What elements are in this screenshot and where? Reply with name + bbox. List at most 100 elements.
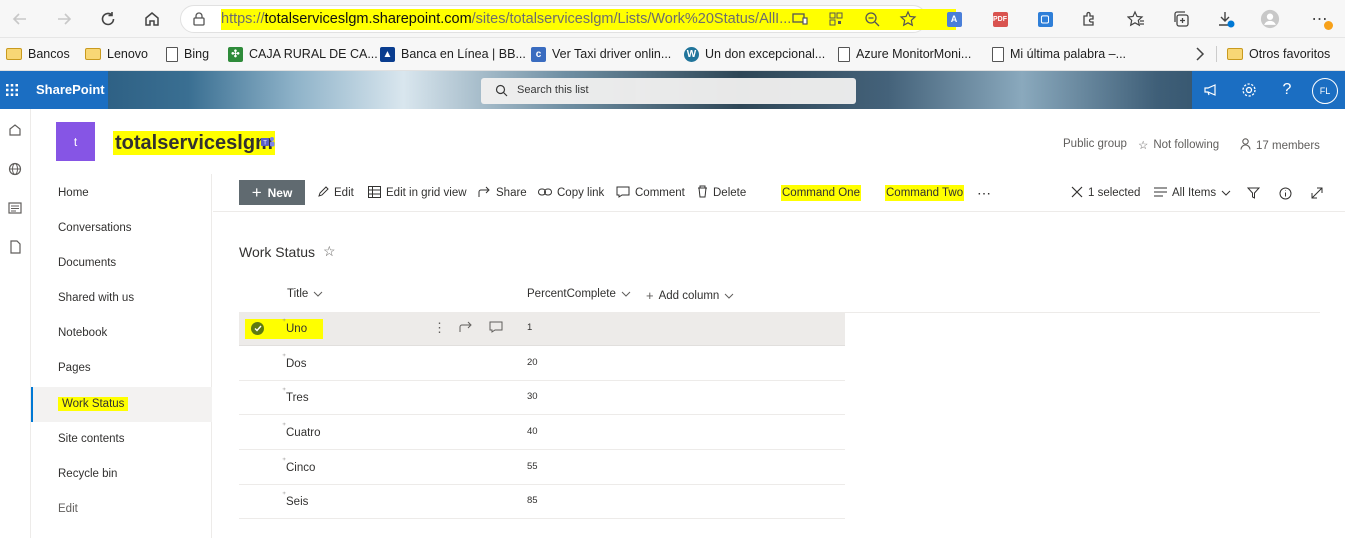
refresh-icon[interactable] <box>95 7 121 31</box>
profile-icon[interactable] <box>1260 9 1280 29</box>
table-row[interactable]: ⁺ Cinco 55 <box>239 451 845 485</box>
row-title[interactable]: Cinco <box>286 462 315 474</box>
follow-label: Not following <box>1153 139 1220 151</box>
add-favorite-icon[interactable] <box>898 9 918 29</box>
star-icon[interactable]: ☆ <box>323 243 336 260</box>
follow-button[interactable]: ☆ Not following <box>1138 138 1219 152</box>
favorite-label: Bing <box>184 47 210 61</box>
downloads-icon[interactable] <box>1216 9 1236 29</box>
home-icon[interactable] <box>139 7 165 31</box>
nav-conversations[interactable]: Conversations <box>31 215 212 242</box>
site-title[interactable]: totalserviceslgm <box>113 131 275 155</box>
row-title[interactable]: Uno <box>286 323 307 335</box>
favorite-bbva[interactable]: ▲ Banca en Línea | BB... <box>380 44 526 64</box>
column-percent-header[interactable]: PercentComplete <box>527 288 631 300</box>
share-button[interactable]: Share <box>478 185 527 201</box>
avatar[interactable]: FL <box>1312 78 1338 104</box>
settings-more-icon[interactable]: ⋯ <box>1310 9 1333 30</box>
members-button[interactable]: 17 members <box>1240 138 1320 153</box>
edit-button[interactable]: Edit <box>317 185 354 201</box>
table-row[interactable]: ⁺ Uno ⋮ 1 <box>239 312 845 346</box>
favorite-bing[interactable]: Bing <box>166 44 209 64</box>
plus-icon: + <box>646 288 654 303</box>
add-column-button[interactable]: + Add column <box>646 288 734 303</box>
chevron-right-icon[interactable] <box>1195 44 1205 64</box>
back-icon[interactable] <box>7 7 33 31</box>
more-icon[interactable]: ⋯ <box>977 185 991 201</box>
table-row[interactable]: ⁺ Cuatro 40 <box>239 416 845 450</box>
favorite-lenovo[interactable]: Lenovo <box>85 44 148 64</box>
row-title[interactable]: Dos <box>286 358 306 370</box>
qr-icon[interactable] <box>826 9 846 29</box>
site-logo[interactable]: t <box>56 122 95 161</box>
favorite-label: CAJA RURAL DE CA... <box>249 47 378 61</box>
favorite-azure[interactable]: Azure MonitorMoni... <box>838 44 971 64</box>
command-bar: + New Edit Edit in grid view Share Copy l… <box>213 174 1345 212</box>
lock-icon <box>193 12 205 29</box>
nav-edit[interactable]: Edit <box>31 496 212 523</box>
pdf-icon[interactable]: PDF <box>990 9 1010 29</box>
nav-notebook[interactable]: Notebook <box>31 320 212 347</box>
info-icon[interactable] <box>1279 185 1292 201</box>
new-button[interactable]: + New <box>239 180 305 205</box>
more-icon[interactable]: ⋮ <box>433 320 446 336</box>
nav-home[interactable]: Home <box>31 180 212 207</box>
favorite-ultima[interactable]: Mi última palabra –... <box>992 44 1126 64</box>
view-switcher[interactable]: All Items <box>1154 185 1231 201</box>
search-icon <box>495 84 508 100</box>
grid-view-button[interactable]: Edit in grid view <box>368 185 467 201</box>
share-icon[interactable] <box>459 321 473 336</box>
favorite-other[interactable]: Otros favoritos <box>1227 44 1330 64</box>
file-icon[interactable] <box>4 236 26 258</box>
favorite-wordpress[interactable]: W Un don excepcional... <box>684 44 825 64</box>
extensions-icon[interactable] <box>1079 9 1099 29</box>
favorite-bancos[interactable]: Bancos <box>6 44 70 64</box>
nav-work-status[interactable]: Work Status <box>31 387 212 422</box>
table-row[interactable]: ⁺ Seis 85 <box>239 485 845 519</box>
nav-site-contents[interactable]: Site contents <box>31 426 212 453</box>
row-title[interactable]: Cuatro <box>286 427 321 439</box>
command-two-button[interactable]: Command Two <box>885 185 965 201</box>
search-box[interactable]: Search this list <box>481 78 856 104</box>
favorite-cajarural[interactable]: ✣ CAJA RURAL DE CA... <box>228 44 378 64</box>
comment-button[interactable]: Comment <box>616 185 685 201</box>
address-bar[interactable]: https://totalserviceslgm.sharepoint.com/… <box>180 5 956 33</box>
table-row[interactable]: ⁺ Dos 20 <box>239 347 845 381</box>
nav-documents[interactable]: Documents <box>31 250 212 277</box>
column-title-header[interactable]: Title <box>287 288 323 300</box>
app-launcher-icon[interactable] <box>0 71 24 109</box>
home-icon[interactable] <box>4 119 26 141</box>
collections-icon[interactable] <box>1171 9 1191 29</box>
command-one-button[interactable]: Command One <box>781 185 861 201</box>
clear-selection-button[interactable]: 1 selected <box>1071 185 1140 201</box>
sharepoint-brand[interactable]: SharePoint <box>24 71 108 109</box>
nav-shared-with-us[interactable]: Shared with us <box>31 285 212 312</box>
row-title[interactable]: Tres <box>286 392 309 404</box>
table-row[interactable]: ⁺ Tres 30 <box>239 381 845 415</box>
comment-icon[interactable] <box>489 321 503 336</box>
favorites-icon[interactable] <box>1126 9 1146 29</box>
filter-icon[interactable] <box>1247 185 1260 201</box>
help-icon[interactable]: ? <box>1268 71 1306 109</box>
share-label: Share <box>496 187 527 199</box>
pencil-icon <box>317 185 329 201</box>
favorite-taxi[interactable]: c Ver Taxi driver onlin... <box>531 44 671 64</box>
search-placeholder: Search this list <box>517 84 589 96</box>
translate-icon[interactable]: A <box>944 9 964 29</box>
checkmark-icon[interactable] <box>251 322 264 335</box>
nav-pages[interactable]: Pages <box>31 355 212 382</box>
news-icon[interactable] <box>4 197 26 219</box>
extension-blue-icon[interactable]: ▢ <box>1035 9 1055 29</box>
copy-link-button[interactable]: Copy link <box>538 185 604 201</box>
gear-icon[interactable] <box>1230 71 1268 109</box>
expand-icon[interactable] <box>1311 185 1323 201</box>
teams-icon[interactable]: T <box>261 136 275 151</box>
globe-icon[interactable] <box>4 158 26 180</box>
megaphone-icon[interactable] <box>1192 71 1230 109</box>
zoom-out-icon[interactable] <box>862 9 882 29</box>
nav-recycle-bin[interactable]: Recycle bin <box>31 461 212 488</box>
cast-icon[interactable] <box>790 9 810 29</box>
forward-icon[interactable] <box>51 7 77 31</box>
delete-button[interactable]: Delete <box>697 185 746 201</box>
row-title[interactable]: Seis <box>286 496 308 508</box>
